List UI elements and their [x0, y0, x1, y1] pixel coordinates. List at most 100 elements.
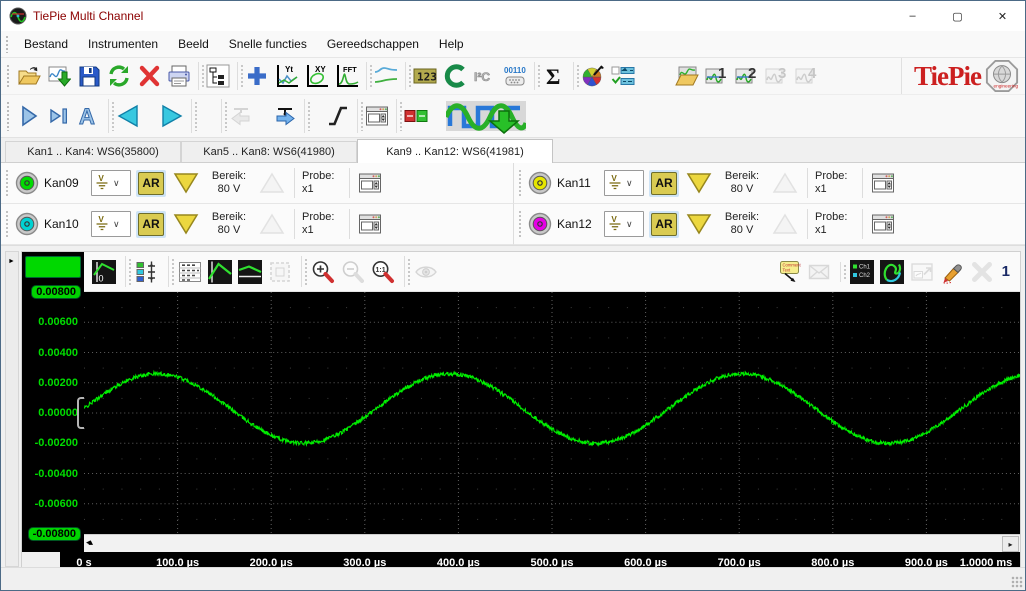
maximize-button[interactable]: ▢ [935, 1, 980, 31]
coupling-select[interactable]: V∨ [91, 211, 131, 237]
start-icon[interactable] [15, 102, 43, 130]
brand-area: TiePieengineering [901, 58, 1025, 94]
can-analyzer-icon[interactable] [441, 62, 469, 90]
menu-beeld[interactable]: Beeld [169, 33, 218, 55]
autorange-button[interactable]: AR [138, 213, 164, 236]
minimize-button[interactable]: – [890, 1, 935, 31]
menu-snelle-functies[interactable]: Snelle functies [220, 33, 316, 55]
waveform-2-icon[interactable]: 2 [733, 62, 761, 90]
channel-dialog-button[interactable] [357, 171, 383, 195]
menu-bestand[interactable]: Bestand [15, 33, 77, 55]
zoom-in-icon[interactable] [309, 258, 337, 286]
xy-graph-icon[interactable]: XY [303, 62, 331, 90]
svg-text:Ch1: Ch1 [859, 264, 871, 270]
timebase-down-icon[interactable] [114, 102, 142, 130]
range-down-button[interactable] [171, 171, 201, 195]
channel-dialog-button[interactable] [870, 212, 896, 236]
separator [294, 168, 295, 198]
channel-panel: Kan09V∨ARBereik:80 VProbe:x1Kan10V∨ARBer… [1, 163, 1025, 246]
autorange-button[interactable]: AR [651, 172, 677, 195]
axis-zero-icon[interactable]: 0 [90, 258, 118, 286]
channel-offsets-icon[interactable] [133, 258, 161, 286]
quick-settings-icon[interactable] [609, 62, 637, 90]
auto-setup-icon[interactable]: A [75, 102, 103, 130]
plot-area[interactable] [84, 292, 1020, 534]
presamples-inc-icon[interactable] [271, 102, 299, 130]
drag-handle[interactable] [518, 210, 523, 238]
meter-icon[interactable]: 123 [411, 62, 439, 90]
trigger-edge-icon[interactable] [324, 102, 352, 130]
y-axis-column: 0.008000.006000.004000.002000.00000-0.00… [22, 252, 84, 552]
autorange-graph-icon[interactable] [206, 258, 234, 286]
trigger-time-marker-icon[interactable]: ◂▴ [86, 537, 91, 548]
timebase-up-icon[interactable] [158, 102, 186, 130]
autorange-button[interactable]: AR [651, 213, 677, 236]
tab-2[interactable]: Kan5 .. Kan8: WS6(41980) [181, 141, 357, 162]
range-down-button[interactable] [171, 212, 201, 236]
trace-colors-icon[interactable] [878, 258, 906, 286]
waveform-1-icon[interactable]: 1 [703, 62, 731, 90]
i2c-analyzer-icon[interactable]: I²C [471, 62, 499, 90]
color-scheme-icon[interactable] [579, 62, 607, 90]
coupling-select[interactable]: V∨ [91, 170, 131, 196]
zoom-one-to-one-icon[interactable]: 1:1 [369, 258, 397, 286]
import-waveform-icon[interactable] [45, 62, 73, 90]
legend-icon[interactable]: Ch1Ch2 [848, 258, 876, 286]
comment-note-icon[interactable]: CommentText [775, 258, 803, 286]
svg-text:Σ: Σ [546, 64, 560, 88]
value-table-icon[interactable] [176, 258, 204, 286]
scope-plot[interactable] [84, 292, 1020, 534]
drag-handle[interactable] [5, 210, 10, 238]
channel-dialog-button[interactable] [357, 212, 383, 236]
coupling-select[interactable]: V∨ [604, 211, 644, 237]
tab-3[interactable]: Kan9 .. Kan12: WS6(41981) [357, 139, 553, 163]
zoom-select-icon [266, 258, 294, 286]
range-down-button[interactable] [684, 212, 714, 236]
menu-instrumenten[interactable]: Instrumenten [79, 33, 167, 55]
fit-graph-icon[interactable] [236, 258, 264, 286]
close-button[interactable]: ✕ [980, 1, 1025, 31]
channel-dialog-button[interactable] [870, 171, 896, 195]
trigger-dialog-icon[interactable] [363, 102, 391, 130]
brand-name: TiePie [914, 61, 981, 92]
pen-marker-icon[interactable] [938, 258, 966, 286]
range-down-button[interactable] [684, 171, 714, 195]
scroll-right-button[interactable]: ▸ [1002, 536, 1019, 552]
yt-graph-icon[interactable]: Yt [273, 62, 301, 90]
open-icon[interactable] [15, 62, 43, 90]
refresh-icon[interactable] [105, 62, 133, 90]
serial-analyzer-icon[interactable]: 00110 [501, 62, 529, 90]
y-axis-header[interactable] [25, 256, 81, 278]
save-icon[interactable] [75, 62, 103, 90]
tab-1[interactable]: Kan1 .. Kan4: WS6(35800) [5, 141, 181, 162]
brand-logo-icon: engineering [985, 59, 1019, 93]
autorange-wrap: AR [136, 211, 166, 238]
toolbar-separator [221, 99, 222, 133]
toolbar-separator [404, 256, 405, 287]
math-sum-icon[interactable]: Σ [540, 62, 568, 90]
add-instrument-icon[interactable] [243, 62, 271, 90]
quick-setup-button[interactable] [444, 97, 534, 135]
menu-gereedschappen[interactable]: Gereedschappen [318, 33, 428, 55]
drag-handle[interactable] [518, 169, 523, 197]
resize-grip[interactable] [1011, 576, 1023, 588]
fft-graph-icon[interactable]: FFT [333, 62, 361, 90]
panel-splitter[interactable]: ► [5, 251, 19, 567]
y-tick-label: 0.00600 [38, 316, 78, 328]
chevron-down-icon: ∨ [113, 219, 120, 230]
load-waveform-icon[interactable] [673, 62, 701, 90]
coupling-select[interactable]: V∨ [604, 170, 644, 196]
print-icon[interactable] [165, 62, 193, 90]
range-up-button [257, 171, 287, 195]
object-tree-icon[interactable] [204, 62, 232, 90]
quick-setup-icon[interactable] [444, 97, 528, 135]
combine-graphs-icon[interactable] [372, 62, 400, 90]
channel-enable-icon[interactable] [402, 102, 430, 130]
drag-handle[interactable] [5, 169, 10, 197]
time-scrollbar[interactable]: ◂▴ ▸ [84, 534, 1020, 552]
toolbar-separator [366, 62, 367, 90]
menu-help[interactable]: Help [430, 33, 473, 55]
one-shot-icon[interactable] [45, 102, 73, 130]
delete-all-icon[interactable] [135, 62, 163, 90]
autorange-button[interactable]: AR [138, 172, 164, 195]
